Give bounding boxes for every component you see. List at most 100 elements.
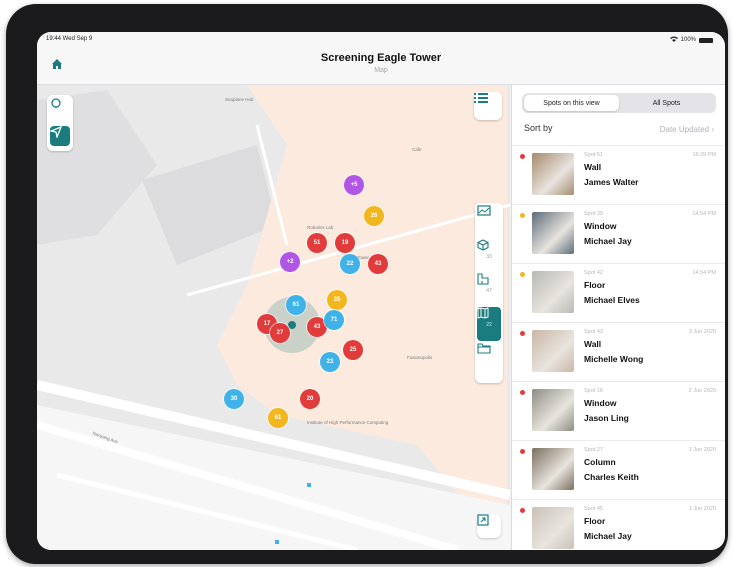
spot-number: Spot 39 [584,211,603,217]
spot-type: Window [584,398,617,408]
spot-cluster-marker[interactable]: 25 [343,340,363,360]
spot-cluster-marker[interactable]: 26 [364,206,384,226]
sort-label: Sort by [524,123,553,133]
tablet-frame: 19:44 Wed Sep 9 100% Screening Eagle Tow… [6,4,728,564]
spot-type: Floor [584,280,606,290]
spot-thumbnail [532,153,574,195]
spot-person: Jason Ling [584,413,629,423]
map-icon [477,307,489,319]
export-button[interactable] [477,514,501,538]
spot-cluster-marker[interactable]: 35 [327,290,347,310]
status-dot [520,508,525,513]
status-time: 19:44 Wed Sep 9 [46,36,93,42]
spot-cluster-marker[interactable]: 71 [324,310,344,330]
status-dot [520,213,525,218]
spot-cluster-marker[interactable]: 23 [320,352,340,372]
battery-icon [699,37,713,43]
spot-cluster-marker[interactable]: 61 [268,408,288,428]
spot-person: Charles Keith [584,472,639,482]
navigation-arrow-icon [50,126,62,138]
spot-type: Wall [584,339,602,349]
spot-timestamp: 3 Jun 2020 [688,329,716,335]
spot-list-item[interactable]: Spot 51 Wall James Walter 16:39 PM [512,145,725,204]
page-subtitle: Map [374,67,388,74]
poi-label: Robotics Lab [307,225,334,230]
poi-label: Cafe [412,147,422,152]
spot-cluster-marker[interactable]: 43 [368,254,388,274]
list-icon [474,93,488,103]
app-screen: 19:44 Wed Sep 9 100% Screening Eagle Tow… [37,32,725,550]
spot-number: Spot 27 [584,447,603,453]
spot-timestamp: 14:54 PM [692,211,716,217]
status-dot [520,331,525,336]
spot-number: Spot 16 [584,388,603,394]
wifi-icon [669,36,678,44]
layer-count: 22 [486,321,492,328]
spot-thumbnail [532,448,574,490]
poi-label: Fusionopolis [407,355,433,360]
spot-number: Spot 45 [584,506,603,512]
spot-timestamp: 1 Jun 2020 [688,506,716,512]
layer-chart[interactable] [477,205,501,239]
status-dot [520,154,525,159]
spot-list: Spot 51 Wall James Walter 16:39 PM Spot 39 Wi… [512,145,725,550]
spot-type: Wall [584,162,602,172]
spot-timestamp: 1 Jun 2020 [688,447,716,453]
spot-person: Michael Elves [584,295,640,305]
navigate-button[interactable] [50,126,70,146]
map-controls [47,95,73,151]
spot-person: James Walter [584,177,639,187]
sort-row[interactable]: Sort by Date Updated › [524,123,714,139]
spot-person: Michelle Wong [584,354,644,364]
spot-cluster-marker[interactable]: 61 [286,295,306,315]
layer-cube[interactable]: 33 [477,239,501,273]
location-pin-button[interactable] [50,98,70,118]
layer-count: 47 [486,287,492,294]
spot-cluster-marker[interactable]: 27 [270,323,290,343]
list-view-button[interactable] [474,92,502,120]
spot-cluster-marker[interactable]: 19 [335,233,355,253]
spot-list-item[interactable]: Spot 43 Wall Michelle Wong 3 Jun 2020 [512,322,725,381]
layer-map[interactable]: 22 [477,307,501,341]
segment-all-spots[interactable]: All Spots [619,95,714,111]
layer-panel: 33 47 22 [475,203,503,383]
spots-segment-control: Spots on this view All Spots [522,93,716,113]
spot-person: Michael Jay [584,236,632,246]
spot-list-item[interactable]: Spot 39 Window Michael Jay 14:54 PM [512,204,725,263]
spot-list-item[interactable]: Spot 16 Window Jason Ling 2 Jun 2020 [512,381,725,440]
top-bar: 19:44 Wed Sep 9 100% Screening Eagle Tow… [37,32,725,85]
spot-number: Spot 42 [584,270,603,276]
spot-type: Window [584,221,617,231]
spot-timestamp: 14:54 PM [692,270,716,276]
spot-cluster-marker[interactable]: 30 [224,389,244,409]
spots-panel: Spots on this view All Spots Sort by Dat… [511,85,725,550]
status-dot [520,449,525,454]
status-dot [520,390,525,395]
chart-icon [477,205,491,216]
battery-percent: 100% [680,37,696,43]
spot-cluster-marker[interactable]: 20 [300,389,320,409]
export-icon [477,514,489,526]
spot-cluster-marker[interactable]: +2 [280,252,300,272]
layer-folder[interactable] [477,343,501,377]
spot-thumbnail [532,389,574,431]
spot-number: Spot 43 [584,329,603,335]
spot-list-item[interactable]: Spot 42 Floor Michael Elves 14:54 PM [512,263,725,322]
status-indicators: 100% [669,36,713,44]
spot-cluster-marker[interactable]: +5 [344,175,364,195]
spot-cluster-marker[interactable]: 22 [340,254,360,274]
spot-person: Michael Jay [584,531,632,541]
sort-value: Date Updated › [659,125,714,134]
spot-timestamp: 16:39 PM [692,152,716,158]
spot-list-item[interactable]: Spot 45 Floor Michael Jay 1 Jun 2020 [512,499,725,550]
spot-thumbnail [532,212,574,254]
spot-thumbnail [532,507,574,549]
spot-list-item[interactable]: Spot 27 Column Charles Keith 1 Jun 2020 [512,440,725,499]
status-dot [520,272,525,277]
spot-cluster-marker[interactable]: 51 [307,233,327,253]
cube-icon [477,239,489,251]
map-view[interactable]: Seaplane Hub Cafe Robotics Lab Tower Ann… [37,85,510,550]
layer-floorplan[interactable]: 47 [477,273,501,307]
spot-thumbnail [532,330,574,372]
segment-spots-on-view[interactable]: Spots on this view [524,95,619,111]
